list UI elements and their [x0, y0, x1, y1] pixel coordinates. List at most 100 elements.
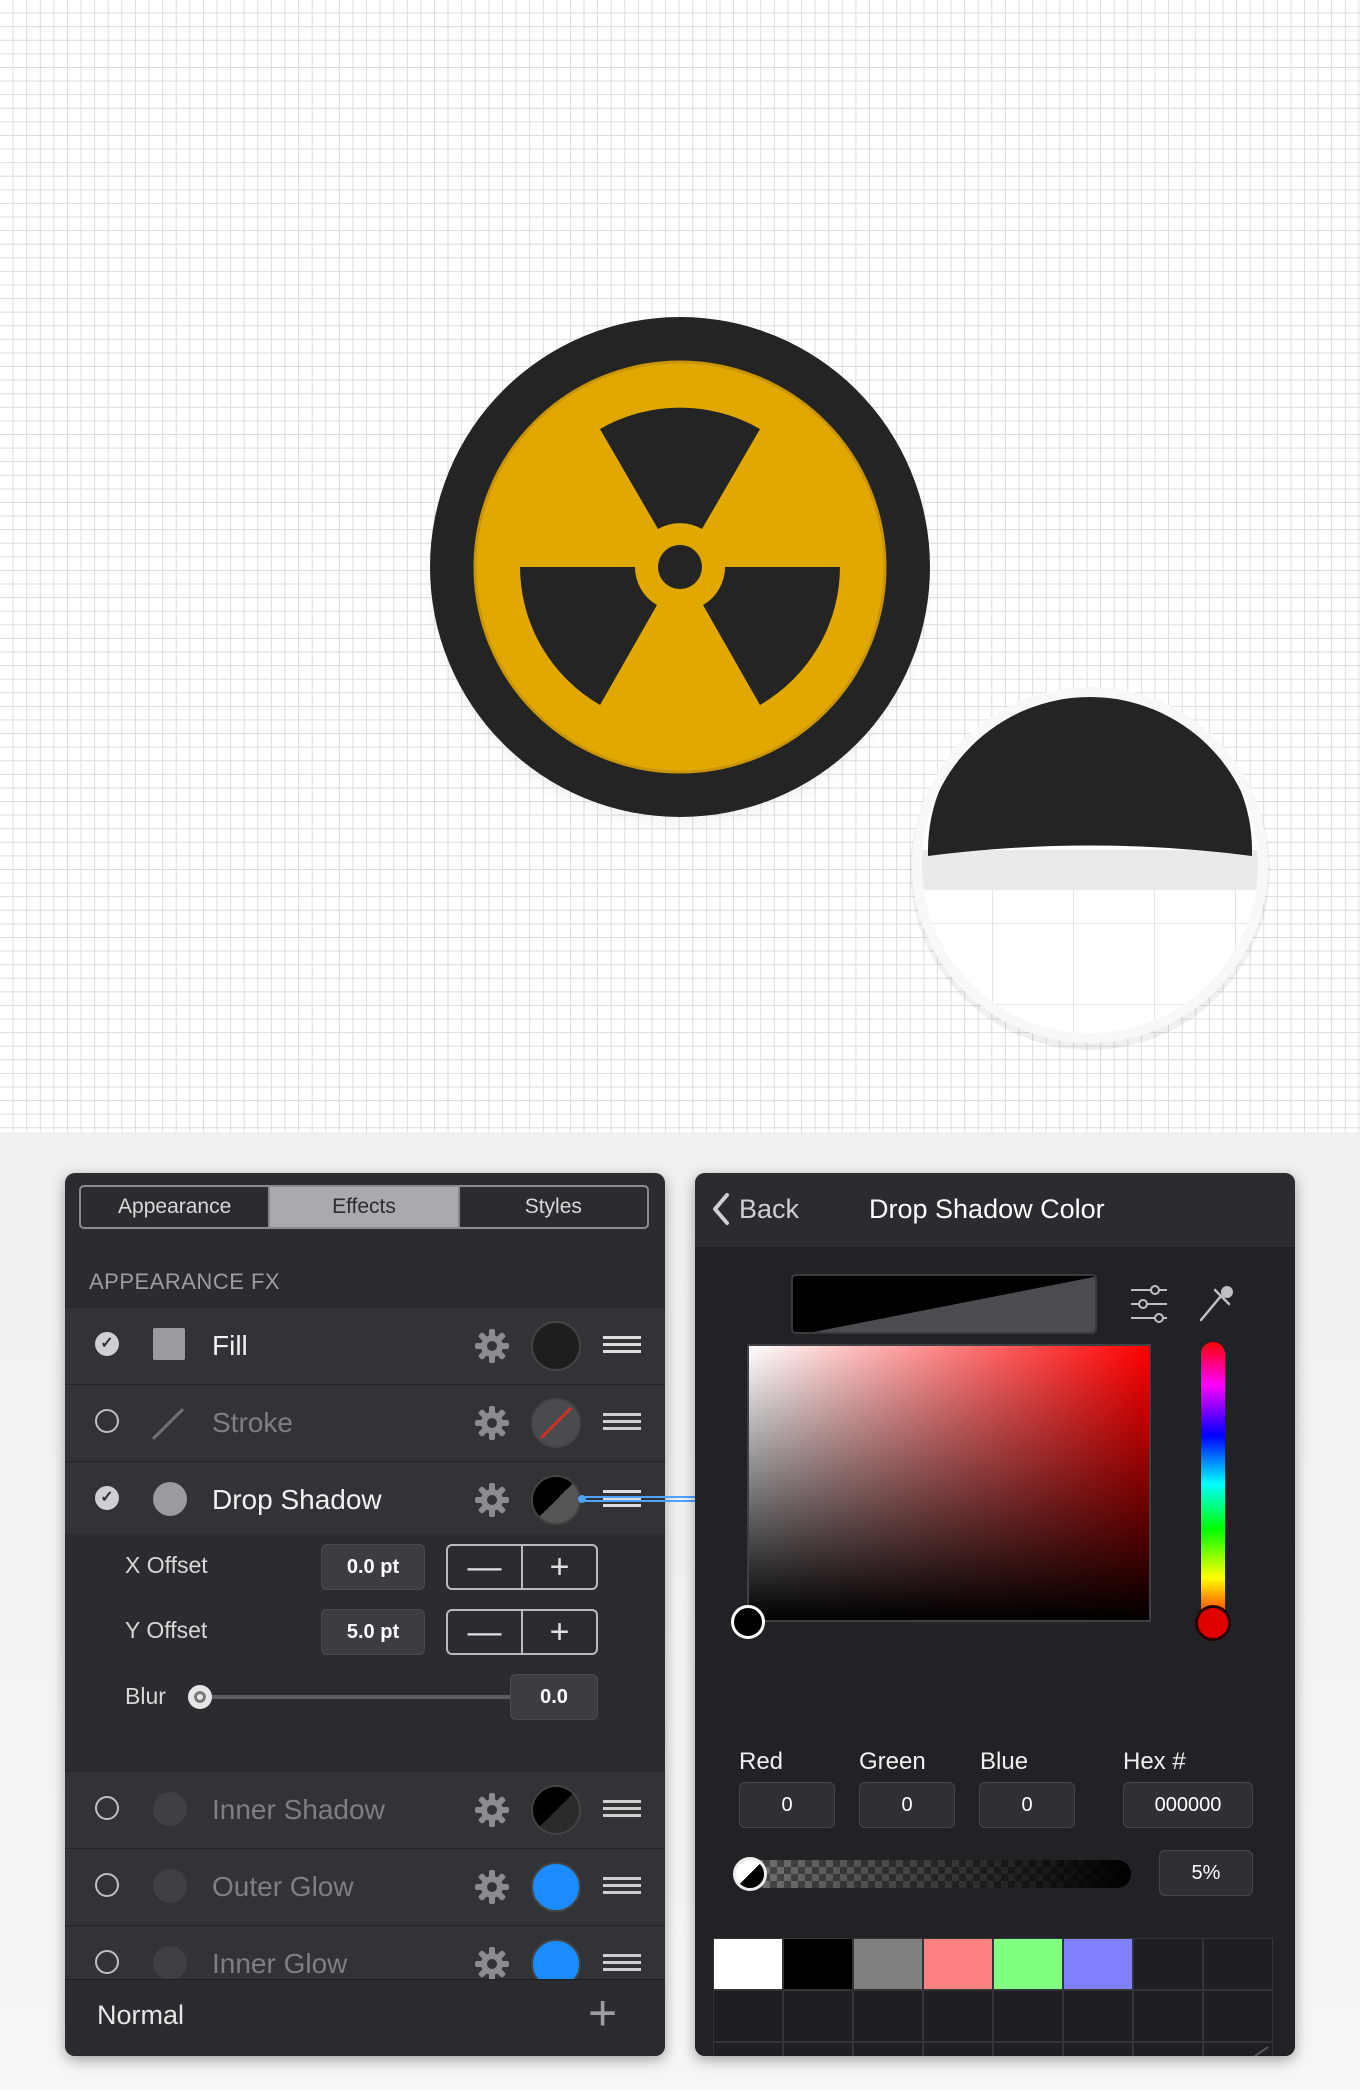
blur-value-field[interactable]: 0.0 — [510, 1674, 598, 1720]
saturation-brightness-picker[interactable] — [747, 1344, 1151, 1622]
add-effect-button[interactable]: + — [588, 1988, 617, 2038]
gear-icon[interactable] — [473, 1481, 511, 1519]
red-field[interactable]: 0 — [739, 1782, 835, 1828]
tab-styles[interactable]: Styles — [460, 1187, 647, 1227]
color-palette — [713, 1938, 1273, 2056]
palette-empty-slot[interactable] — [1133, 1990, 1203, 2042]
color-panel-title: Drop Shadow Color — [869, 1194, 1105, 1224]
y-offset-increment-button[interactable]: + — [523, 1611, 596, 1653]
x-offset-decrement-button[interactable]: — — [448, 1546, 523, 1588]
appearance-panel: Appearance Effects Styles APPEARANCE FX … — [65, 1173, 665, 2056]
gear-icon[interactable] — [473, 1404, 511, 1442]
fx-row-stroke[interactable]: Stroke — [65, 1385, 665, 1462]
green-label: Green — [859, 1748, 926, 1775]
radiation-badge[interactable] — [420, 305, 940, 845]
palette-empty-slot[interactable] — [713, 2042, 783, 2056]
y-offset-stepper: — + — [446, 1609, 598, 1655]
opacity-slider[interactable] — [735, 1860, 1131, 1888]
outer-glow-icon — [153, 1869, 187, 1903]
y-offset-field[interactable]: 5.0 pt — [321, 1609, 425, 1655]
connector-line — [578, 1495, 698, 1503]
stroke-color-swatch[interactable] — [531, 1398, 581, 1448]
hue-slider[interactable] — [1201, 1342, 1225, 1626]
palette-empty-slot[interactable] — [1133, 2042, 1203, 2056]
fx-row-fill[interactable]: ✓ Fill — [65, 1308, 665, 1385]
palette-empty-slot[interactable] — [1203, 1990, 1273, 2042]
checkmark-icon[interactable]: ✓ — [95, 1332, 119, 1356]
checkmark-icon[interactable]: ✓ — [95, 1486, 119, 1510]
palette-swatch[interactable] — [1063, 1938, 1133, 1990]
x-offset-increment-button[interactable]: + — [523, 1546, 596, 1588]
x-offset-field[interactable]: 0.0 pt — [321, 1544, 425, 1590]
color-picker-handle[interactable] — [731, 1605, 765, 1639]
palette-empty-slot[interactable] — [783, 2042, 853, 2056]
drag-handle-icon[interactable] — [603, 1336, 641, 1357]
palette-empty-slot[interactable] — [713, 1990, 783, 2042]
chevron-left-icon — [713, 1193, 729, 1225]
blend-mode-selector[interactable]: Normal — [97, 2000, 184, 2031]
back-label[interactable]: Back — [739, 1194, 799, 1225]
back-button[interactable] — [707, 1191, 733, 1227]
eyedropper-icon[interactable] — [1195, 1282, 1235, 1326]
palette-swatch[interactable] — [993, 1938, 1063, 1990]
drag-handle-icon[interactable] — [603, 1954, 641, 1975]
fx-row-outer-glow[interactable]: Outer Glow — [65, 1849, 665, 1926]
y-offset-label: Y Offset — [125, 1617, 208, 1643]
drag-handle-icon[interactable] — [603, 1877, 641, 1898]
outer-glow-color-swatch[interactable] — [531, 1862, 581, 1912]
palette-empty-slot[interactable] — [853, 2042, 923, 2056]
drop-shadow-color-swatch[interactable] — [531, 1475, 581, 1525]
checkbox-icon[interactable] — [95, 1873, 119, 1897]
y-offset-decrement-button[interactable]: — — [448, 1611, 523, 1653]
green-field[interactable]: 0 — [859, 1782, 955, 1828]
palette-empty-slot[interactable] — [1133, 1938, 1203, 1990]
fx-label-drop-shadow: Drop Shadow — [212, 1484, 382, 1515]
x-offset-label: X Offset — [125, 1552, 208, 1578]
blur-slider-thumb[interactable] — [188, 1685, 212, 1709]
palette-empty-slot[interactable] — [923, 1990, 993, 2042]
palette-empty-slot[interactable] — [1063, 2042, 1133, 2056]
palette-clear-slot[interactable] — [1203, 2042, 1273, 2056]
gear-icon[interactable] — [473, 1327, 511, 1365]
magnifier-loupe — [905, 680, 1275, 1050]
checkbox-icon[interactable] — [95, 1409, 119, 1433]
drag-handle-icon[interactable] — [603, 1413, 641, 1434]
hex-field[interactable]: 000000 — [1123, 1782, 1253, 1828]
gear-icon[interactable] — [473, 1868, 511, 1906]
blur-slider-track[interactable] — [200, 1695, 545, 1699]
drop-shadow-icon — [153, 1482, 187, 1516]
sliders-icon[interactable] — [1129, 1284, 1169, 1324]
blue-label: Blue — [980, 1748, 1029, 1775]
drop-shadow-settings: X Offset 0.0 pt — + Y Offset 5.0 pt — + … — [65, 1534, 665, 1771]
palette-swatch[interactable] — [853, 1938, 923, 1990]
fx-row-inner-shadow[interactable]: Inner Shadow — [65, 1772, 665, 1849]
inner-shadow-color-swatch[interactable] — [531, 1785, 581, 1835]
palette-empty-slot[interactable] — [853, 1990, 923, 2042]
hue-slider-thumb[interactable] — [1195, 1605, 1231, 1641]
blue-field[interactable]: 0 — [979, 1782, 1075, 1828]
checkbox-icon[interactable] — [95, 1950, 119, 1974]
palette-empty-slot[interactable] — [1063, 1990, 1133, 2042]
fill-color-swatch[interactable] — [531, 1321, 581, 1371]
gear-icon[interactable] — [473, 1791, 511, 1829]
gear-icon[interactable] — [473, 1945, 511, 1983]
drag-handle-icon[interactable] — [603, 1800, 641, 1821]
fx-row-drop-shadow[interactable]: ✓ Drop Shadow — [65, 1462, 665, 1539]
blur-label: Blur — [125, 1683, 166, 1709]
tab-appearance[interactable]: Appearance — [81, 1187, 271, 1227]
palette-swatch[interactable] — [783, 1938, 853, 1990]
palette-swatch[interactable] — [923, 1938, 993, 1990]
section-header: APPEARANCE FX — [89, 1269, 281, 1294]
palette-empty-slot[interactable] — [783, 1990, 853, 2042]
palette-empty-slot[interactable] — [993, 1990, 1063, 2042]
palette-empty-slot[interactable] — [923, 2042, 993, 2056]
hex-label: Hex # — [1123, 1748, 1186, 1775]
palette-empty-slot[interactable] — [993, 2042, 1063, 2056]
tab-effects[interactable]: Effects — [270, 1187, 460, 1227]
palette-empty-slot[interactable] — [1203, 1938, 1273, 1990]
opacity-field[interactable]: 5% — [1159, 1850, 1253, 1896]
palette-swatch[interactable] — [713, 1938, 783, 1990]
opacity-slider-thumb[interactable] — [733, 1857, 767, 1891]
panel-footer: Normal + — [65, 1979, 665, 2056]
checkbox-icon[interactable] — [95, 1796, 119, 1820]
